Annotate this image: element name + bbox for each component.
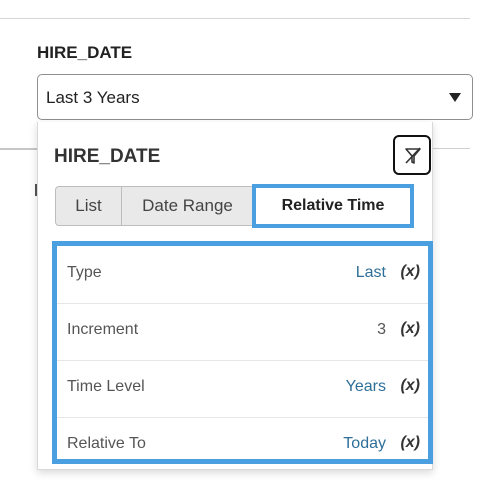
property-row-type: Type Last (x) bbox=[57, 246, 428, 304]
top-divider bbox=[0, 18, 470, 19]
dropdown-arrow-icon[interactable] bbox=[449, 93, 461, 102]
expression-button[interactable]: (x) bbox=[400, 263, 420, 281]
time-level-value-link[interactable]: Years bbox=[346, 378, 386, 396]
property-label: Type bbox=[67, 264, 102, 281]
select-value: Last 3 Years bbox=[46, 88, 140, 107]
filter-clear-icon bbox=[405, 147, 421, 164]
relative-time-properties: Type Last (x) Increment 3 (x) Time Level… bbox=[52, 241, 433, 464]
property-label: Increment bbox=[67, 321, 139, 338]
popup-title: HIRE_DATE bbox=[54, 146, 161, 167]
clear-filter-button[interactable] bbox=[393, 135, 431, 175]
property-label: Relative To bbox=[67, 435, 146, 452]
tab-list[interactable]: List bbox=[56, 187, 122, 225]
property-row-relative-to: Relative To Today (x) bbox=[57, 417, 428, 474]
expression-button[interactable]: (x) bbox=[400, 377, 420, 395]
increment-value-input[interactable]: 3 bbox=[377, 321, 386, 339]
expression-button[interactable]: (x) bbox=[400, 320, 420, 338]
hire-date-select[interactable]: Last 3 Years bbox=[37, 74, 473, 120]
field-label: HIRE_DATE bbox=[37, 43, 133, 62]
background-divider bbox=[433, 148, 470, 149]
background-divider bbox=[0, 148, 37, 150]
filter-popup: HIRE_DATE List Date Range Relative Time … bbox=[37, 122, 433, 470]
expression-button[interactable]: (x) bbox=[400, 434, 420, 452]
relative-to-value-link[interactable]: Today bbox=[343, 435, 386, 453]
property-label: Time Level bbox=[67, 378, 145, 395]
tab-relative-time[interactable]: Relative Time bbox=[252, 184, 414, 228]
property-row-increment: Increment 3 (x) bbox=[57, 303, 428, 361]
tab-date-range[interactable]: Date Range bbox=[122, 187, 253, 225]
property-row-time-level: Time Level Years (x) bbox=[57, 360, 428, 418]
type-value-link[interactable]: Last bbox=[356, 264, 386, 282]
